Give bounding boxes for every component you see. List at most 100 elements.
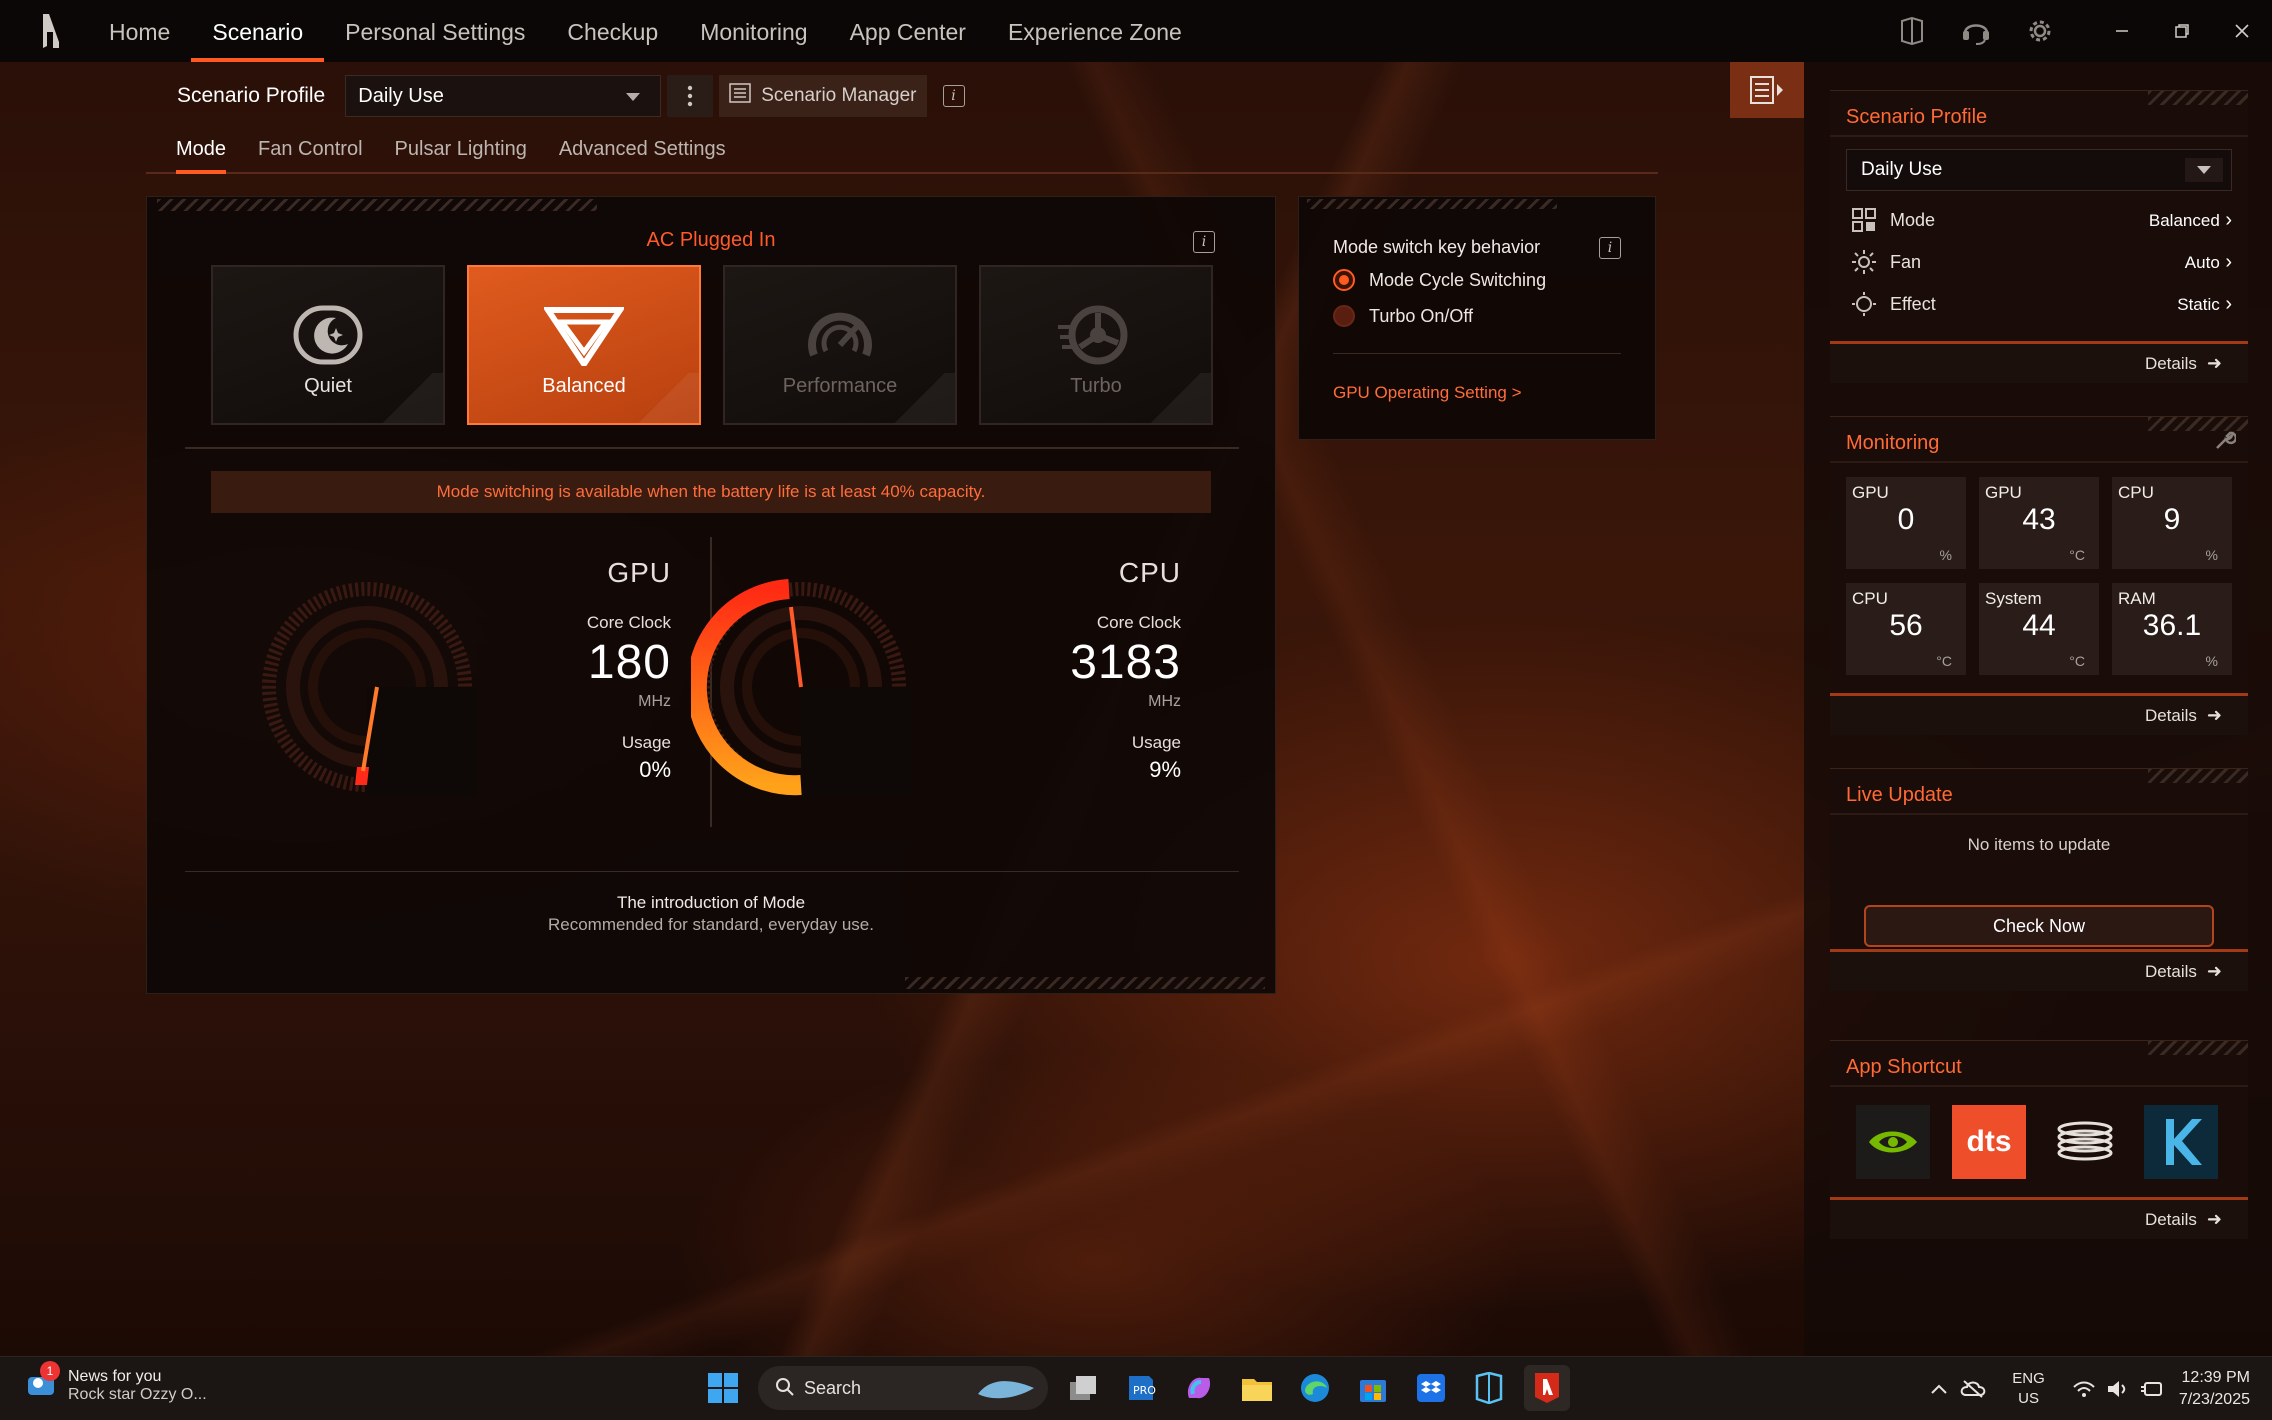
decorative-hatch: [1307, 199, 1557, 209]
details-label: Details: [2144, 1209, 2197, 1229]
info-icon[interactable]: i: [1599, 237, 1621, 259]
gear-icon[interactable]: [2008, 0, 2072, 62]
taskbar-clock[interactable]: 12:39 PM 7/23/2025: [2179, 1367, 2250, 1411]
monitoring-card: Monitoring GPU 0 % GPU 43 °C CPU 9 % CPU…: [1830, 416, 2248, 735]
news-widget[interactable]: 1 News for you Rock star Ozzy O...: [24, 1361, 207, 1405]
file-explorer-icon[interactable]: [1234, 1365, 1280, 1411]
input-language[interactable]: ENG US: [2012, 1369, 2045, 1409]
monitor-cpu-usage: CPU 9 %: [2112, 477, 2232, 569]
live-update-card: Live Update No items to update Check Now…: [1830, 768, 2248, 991]
radio-unchecked-icon[interactable]: [1333, 305, 1355, 327]
radio-mode-cycle[interactable]: Mode Cycle Switching: [1333, 269, 1546, 291]
divider: [185, 871, 1239, 872]
task-view-icon[interactable]: [1060, 1365, 1106, 1411]
live-update-details-link[interactable]: Details ➜: [1830, 949, 2248, 991]
mode-performance-button[interactable]: Performance: [723, 265, 957, 425]
headset-support-icon[interactable]: [1944, 0, 2008, 62]
sidebar-effect-row[interactable]: Effect Static: [1850, 283, 2232, 325]
cloud-offline-icon[interactable]: [1956, 1369, 1990, 1409]
tab-advanced-settings[interactable]: Advanced Settings: [559, 130, 726, 172]
scenario-profile-dropdown[interactable]: Daily Use: [345, 75, 662, 117]
info-icon[interactable]: i: [942, 85, 965, 107]
photoshop-app-icon[interactable]: PRO: [1118, 1365, 1164, 1411]
microsoft-store-icon[interactable]: [1350, 1365, 1396, 1411]
gpu-gauge: [262, 582, 477, 797]
main-nav: Home Scenario Personal Settings Checkup …: [88, 0, 1203, 62]
nvidia-app-icon[interactable]: [1856, 1105, 1930, 1179]
scenario-profile-bar: Scenario Profile Daily Use Scenario Mana…: [160, 74, 965, 118]
nav-home[interactable]: Home: [88, 0, 191, 62]
tab-pulsar-lighting[interactable]: Pulsar Lighting: [395, 130, 527, 172]
lang-primary: ENG: [2012, 1370, 2045, 1387]
gpu-stats: GPU Core Clock 180 MHz Usage 0%: [211, 537, 671, 837]
nav-personal-settings[interactable]: Personal Settings: [324, 0, 546, 62]
nav-experience-zone[interactable]: Experience Zone: [987, 0, 1203, 62]
predator-sense-taskbar-icon[interactable]: [1524, 1365, 1570, 1411]
nav-app-center[interactable]: App Center: [829, 0, 987, 62]
copilot-icon[interactable]: [1176, 1365, 1222, 1411]
taskbar-search[interactable]: Search: [758, 1366, 1048, 1410]
quiet-moon-icon: [290, 303, 366, 367]
search-placeholder: Search: [804, 1377, 862, 1398]
coil-app-icon[interactable]: [2048, 1105, 2122, 1179]
wifi-icon[interactable]: [2067, 1369, 2101, 1409]
mode-turbo-button[interactable]: Turbo: [979, 265, 1213, 425]
mode-quiet-button[interactable]: Quiet: [211, 265, 445, 425]
wrench-icon[interactable]: [2214, 429, 2238, 457]
nav-scenario[interactable]: Scenario: [191, 0, 324, 62]
device-icon[interactable]: [1880, 0, 1944, 62]
gpu-operating-setting-link[interactable]: GPU Operating Setting >: [1333, 383, 1522, 403]
restore-icon[interactable]: [2152, 0, 2212, 62]
minimize-icon[interactable]: [2092, 0, 2152, 62]
scenario-details-link[interactable]: Details ➜: [1830, 341, 2248, 383]
tab-mode[interactable]: Mode: [176, 130, 227, 174]
battery-charging-icon[interactable]: [2135, 1369, 2169, 1409]
sidebar-fan-row[interactable]: Fan Auto: [1850, 241, 2232, 283]
windows-start-icon[interactable]: [700, 1365, 746, 1411]
info-icon[interactable]: i: [1193, 231, 1215, 253]
cell-unit: %: [2205, 653, 2218, 669]
mode-intro-title: The introduction of Mode: [616, 893, 806, 912]
close-icon[interactable]: [2212, 0, 2272, 62]
dts-app-icon[interactable]: dts: [1952, 1105, 2026, 1179]
clock-date: 7/23/2025: [2178, 1391, 2250, 1408]
collapse-sidebar-button[interactable]: [1730, 62, 1804, 118]
row-label: Fan: [1890, 251, 1922, 272]
volume-icon[interactable]: [2101, 1369, 2135, 1409]
cell-label: CPU: [2118, 483, 2154, 502]
monitoring-details-link[interactable]: Details ➜: [1830, 693, 2248, 735]
cell-unit: °C: [2069, 653, 2085, 669]
dropbox-icon[interactable]: [1408, 1365, 1454, 1411]
app-shortcut-details-link[interactable]: Details ➜: [1830, 1197, 2248, 1239]
radio-turbo-onoff[interactable]: Turbo On/Off: [1333, 305, 1473, 327]
edge-browser-icon[interactable]: [1292, 1365, 1338, 1411]
arrow-right-icon: ➜: [2206, 961, 2222, 981]
top-navigation-bar: Home Scenario Personal Settings Checkup …: [0, 0, 2272, 62]
scenario-manager-button[interactable]: Scenario Manager: [719, 75, 927, 117]
scenario-subtabs: Mode Fan Control Pulsar Lighting Advance…: [146, 130, 1658, 174]
mode-balanced-button[interactable]: Balanced: [467, 265, 701, 425]
sidebar-mode-row[interactable]: Mode Balanced: [1850, 199, 2232, 241]
chevron-up-icon[interactable]: [1922, 1369, 1956, 1409]
tab-fan-control[interactable]: Fan Control: [258, 130, 363, 172]
arrow-right-icon: ➜: [2206, 1209, 2222, 1229]
sidebar-scenario-dropdown[interactable]: Daily Use: [1846, 149, 2232, 191]
k-app-icon[interactable]: [2144, 1105, 2218, 1179]
predator-logo-icon: [22, 0, 80, 62]
cell-value: 0: [1897, 503, 1915, 536]
scenario-profile-label: Scenario Profile: [177, 84, 326, 107]
nav-monitoring[interactable]: Monitoring: [679, 0, 828, 62]
cell-label: RAM: [2118, 589, 2156, 608]
live-update-body: No items to update Check Now: [1830, 815, 2248, 949]
device-app-icon[interactable]: [1466, 1365, 1512, 1411]
nav-checkup[interactable]: Checkup: [546, 0, 679, 62]
cell-value: 43: [2022, 503, 2056, 536]
radio-checked-icon[interactable]: [1333, 269, 1355, 291]
check-now-button[interactable]: Check Now: [1864, 905, 2214, 947]
turbo-fan-icon: [1056, 303, 1136, 367]
cell-value: 56: [1889, 609, 1923, 642]
more-options-button[interactable]: [667, 75, 714, 117]
card-title: Live Update: [1830, 769, 2248, 815]
key-behavior-title: Mode switch key behavior: [1333, 237, 1541, 257]
news-title: News for you: [68, 1368, 162, 1385]
